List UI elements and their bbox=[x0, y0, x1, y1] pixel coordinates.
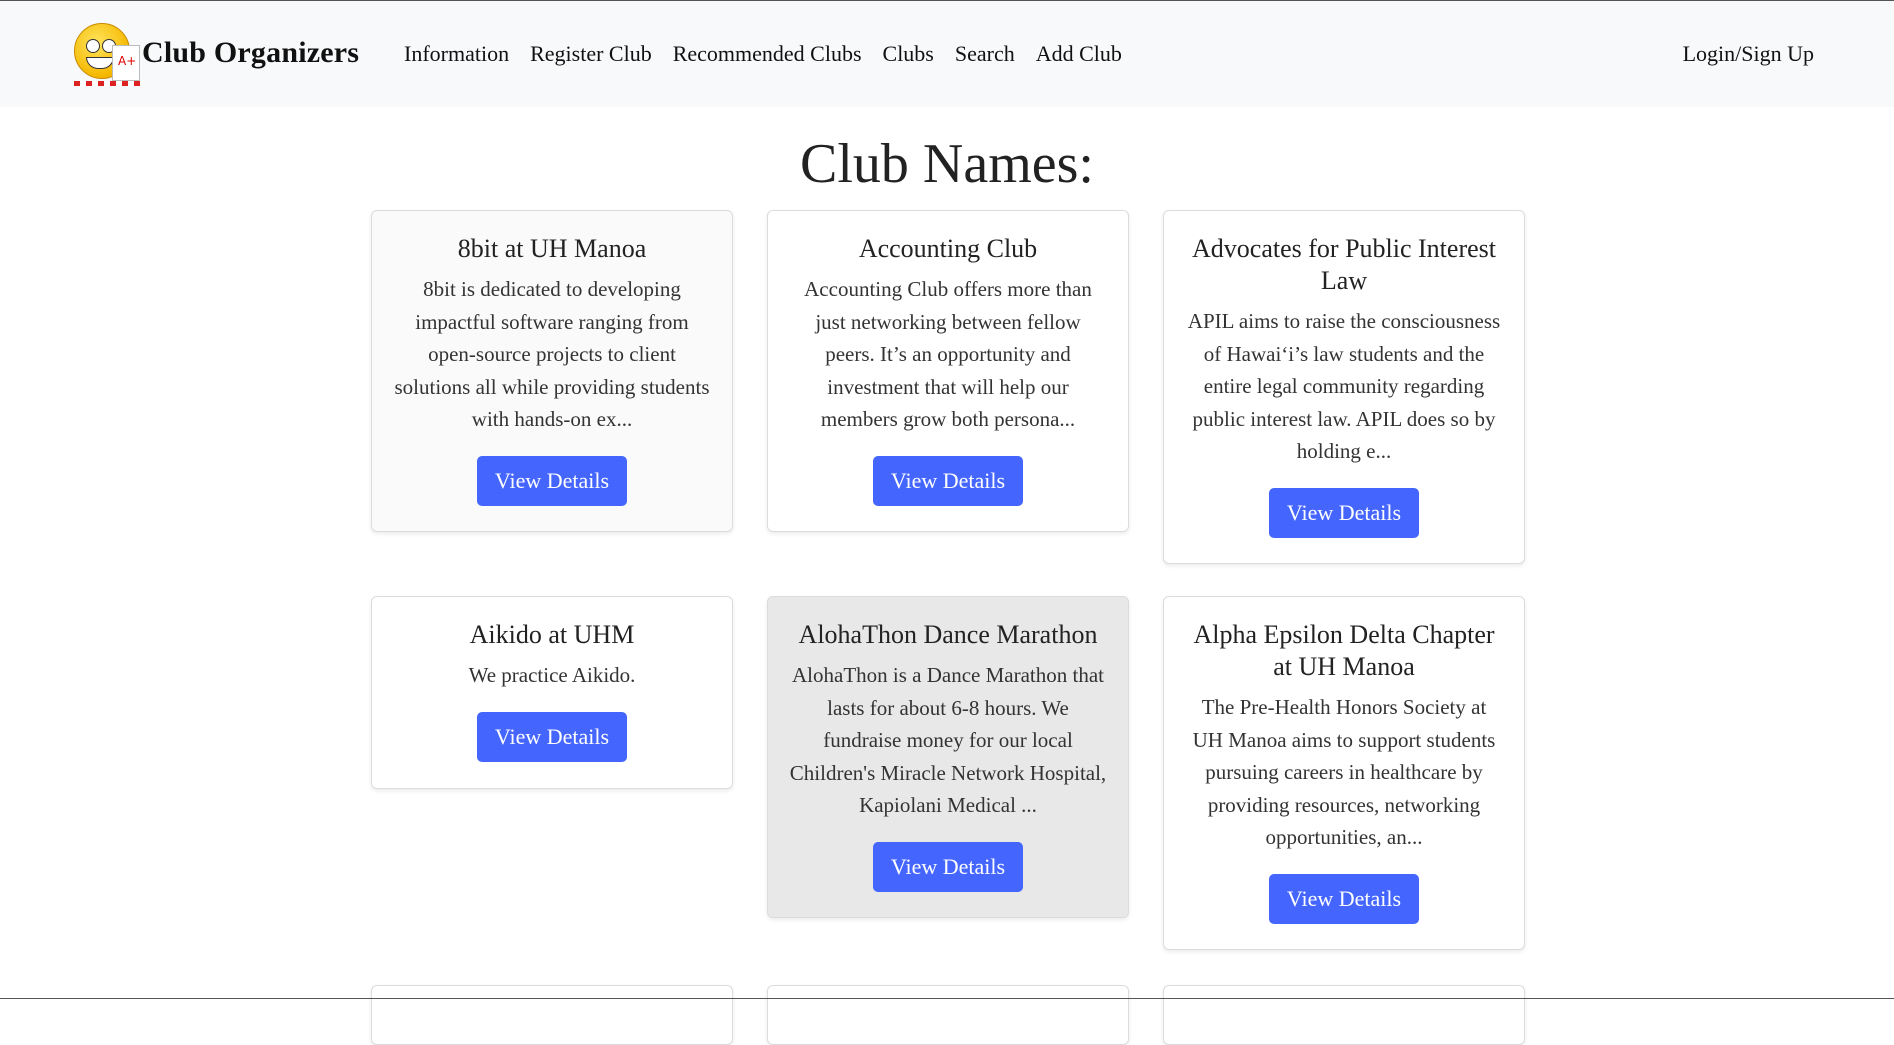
login-signup-link[interactable]: Login/Sign Up bbox=[1683, 41, 1814, 67]
nav-link-clubs[interactable]: Clubs bbox=[883, 41, 934, 67]
club-card: Accounting Club Accounting Club offers m… bbox=[767, 210, 1129, 532]
club-card: AlohaThon Dance Marathon AlohaThon is a … bbox=[767, 596, 1129, 918]
club-card bbox=[371, 985, 733, 1045]
view-details-button[interactable]: View Details bbox=[872, 841, 1024, 892]
club-description: Accounting Club offers more than just ne… bbox=[804, 277, 1092, 431]
nav-links: Information Register Club Recommended Cl… bbox=[404, 41, 1143, 67]
club-card bbox=[1163, 985, 1525, 1045]
club-card: 8bit at UH Manoa 8bit is dedicated to de… bbox=[371, 210, 733, 532]
club-description: AlohaThon is a Dance Marathon that lasts… bbox=[789, 663, 1107, 817]
club-card: Advocates for Public Interest Law APIL a… bbox=[1163, 210, 1525, 564]
nav-link-register-club[interactable]: Register Club bbox=[530, 41, 652, 67]
club-name: AlohaThon Dance Marathon bbox=[798, 620, 1098, 649]
view-details-button[interactable]: View Details bbox=[476, 711, 628, 762]
club-card: Aikido at UHM We practice Aikido. View D… bbox=[371, 596, 733, 789]
club-name: 8bit at UH Manoa bbox=[457, 234, 647, 263]
club-card bbox=[767, 985, 1129, 1045]
view-details-button[interactable]: View Details bbox=[1268, 873, 1420, 924]
page-title: Club Names: bbox=[800, 133, 1094, 195]
club-name: Advocates for Public Interest Law bbox=[1192, 234, 1496, 295]
brand[interactable]: A+ Club Organizers bbox=[72, 19, 359, 87]
club-description: 8bit is dedicated to developing impactfu… bbox=[394, 277, 710, 431]
view-details-button[interactable]: View Details bbox=[476, 455, 628, 506]
club-description: APIL aims to raise the consciousness of … bbox=[1187, 309, 1501, 463]
club-name: Accounting Club bbox=[858, 234, 1038, 263]
club-card: Alpha Epsilon Delta Chapter at UH Manoa … bbox=[1163, 596, 1525, 950]
view-details-button[interactable]: View Details bbox=[872, 455, 1024, 506]
brand-name[interactable]: Club Organizers bbox=[142, 36, 359, 70]
view-details-button[interactable]: View Details bbox=[1268, 487, 1420, 538]
nav-link-search[interactable]: Search bbox=[955, 41, 1015, 67]
club-description: We practice Aikido. bbox=[468, 663, 636, 687]
nav-link-information[interactable]: Information bbox=[404, 41, 509, 67]
top-navbar: A+ Club Organizers Information Register … bbox=[0, 1, 1894, 107]
nav-link-add-club[interactable]: Add Club bbox=[1036, 41, 1122, 67]
club-description: The Pre-Health Honors Society at UH Mano… bbox=[1192, 695, 1496, 849]
club-name: Alpha Epsilon Delta Chapter at UH Manoa bbox=[1193, 620, 1495, 681]
nav-link-recommended-clubs[interactable]: Recommended Clubs bbox=[673, 41, 862, 67]
smiley-grade-logo-icon[interactable]: A+ bbox=[72, 19, 142, 87]
club-name: Aikido at UHM bbox=[469, 620, 635, 649]
